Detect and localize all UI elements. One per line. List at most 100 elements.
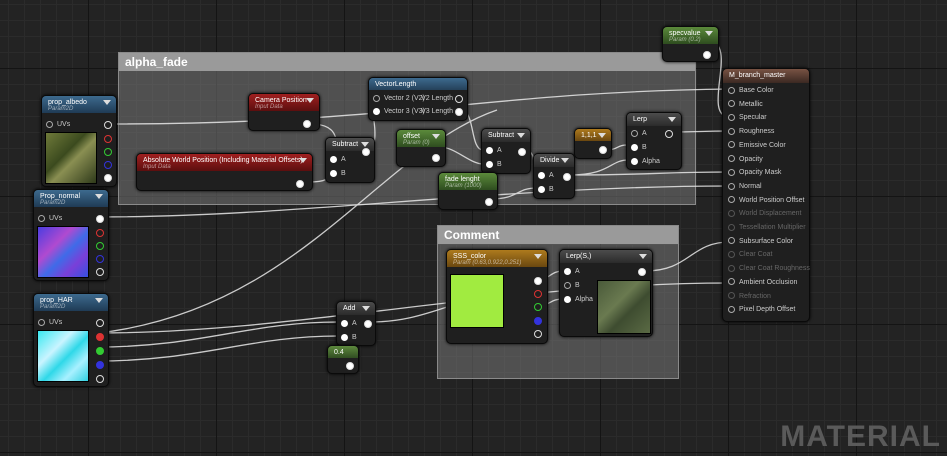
material-input-pin[interactable]: Clear Coat bbox=[728, 250, 772, 259]
output-pin-a[interactable] bbox=[96, 375, 104, 383]
output-pin[interactable] bbox=[665, 130, 673, 138]
output-pin-rgb[interactable] bbox=[534, 277, 542, 285]
input-pin-uvs[interactable]: UVs bbox=[38, 214, 62, 223]
collapse-arrow-icon[interactable] bbox=[705, 31, 713, 36]
input-pin-b[interactable]: B bbox=[486, 160, 502, 169]
material-input-pin[interactable]: Base Color bbox=[728, 86, 774, 95]
material-input-pin[interactable]: Subsurface Color bbox=[728, 237, 793, 246]
output-pin-r[interactable] bbox=[96, 333, 104, 341]
input-pin-uvs[interactable]: UVs bbox=[38, 318, 62, 327]
material-input-pin[interactable]: Roughness bbox=[728, 127, 774, 136]
input-pin-a[interactable]: A bbox=[330, 155, 346, 164]
output-pin[interactable] bbox=[563, 173, 571, 181]
material-input-pin[interactable]: Refraction bbox=[728, 292, 771, 301]
output-pin-rgb[interactable] bbox=[104, 121, 112, 129]
subtract-node[interactable]: Subtract A B bbox=[325, 137, 375, 183]
output-pin[interactable] bbox=[518, 148, 526, 156]
collapse-arrow-icon[interactable] bbox=[668, 117, 676, 122]
output-pin-a[interactable] bbox=[534, 330, 542, 338]
output-pin-a[interactable] bbox=[104, 174, 112, 182]
vector-length-node[interactable]: VectorLength Vector 2 (V2) Vector 3 (V3)… bbox=[368, 77, 468, 121]
output-pin-g[interactable] bbox=[96, 242, 104, 250]
output-pin[interactable] bbox=[364, 320, 372, 328]
output-pin-v2[interactable] bbox=[455, 95, 463, 103]
input-pin-a[interactable]: A bbox=[341, 319, 357, 328]
collapse-arrow-icon[interactable] bbox=[95, 194, 103, 199]
output-pin[interactable] bbox=[296, 180, 304, 188]
input-pin-alpha[interactable]: Alpha bbox=[631, 157, 660, 166]
collapse-arrow-icon[interactable] bbox=[598, 133, 606, 138]
material-input-pin[interactable]: World Position Offset bbox=[728, 196, 805, 205]
collapse-arrow-icon[interactable] bbox=[299, 158, 307, 163]
output-pin-r[interactable] bbox=[104, 135, 112, 143]
output-pin-rgb[interactable] bbox=[96, 215, 104, 223]
material-input-pin[interactable]: Ambient Occlusion bbox=[728, 278, 797, 287]
lerp-node[interactable]: Lerp A B Alpha bbox=[626, 112, 682, 170]
material-input-pin[interactable]: Specular bbox=[728, 113, 767, 122]
collapse-arrow-icon[interactable] bbox=[639, 254, 647, 259]
camera-position-node[interactable]: Camera Position Input Data bbox=[248, 93, 320, 131]
subtract-node[interactable]: Subtract A B bbox=[481, 128, 531, 174]
material-input-pin[interactable]: Metallic bbox=[728, 100, 763, 109]
input-pin-v2[interactable]: Vector 2 (V2) bbox=[373, 94, 425, 103]
input-pin-b[interactable]: B bbox=[330, 169, 346, 178]
material-input-pin[interactable]: World Displacement bbox=[728, 209, 802, 218]
output-pin[interactable] bbox=[303, 120, 311, 128]
fade-length-param-node[interactable]: fade lenght Param (1000) bbox=[438, 172, 498, 210]
collapse-arrow-icon[interactable] bbox=[517, 133, 525, 138]
texture-node-har[interactable]: prop_HAR Param2D UVs bbox=[33, 293, 109, 387]
input-pin-b[interactable]: B bbox=[538, 185, 554, 194]
constant-node[interactable]: 0.4 bbox=[327, 345, 359, 374]
input-pin-b[interactable]: B bbox=[341, 333, 357, 342]
input-pin-b[interactable]: B bbox=[631, 143, 647, 152]
output-pin-r[interactable] bbox=[96, 229, 104, 237]
input-pin-v3[interactable]: Vector 3 (V3) bbox=[373, 107, 425, 116]
material-input-pin[interactable]: Opacity bbox=[728, 155, 763, 164]
output-pin-rgb[interactable] bbox=[96, 319, 104, 327]
output-pin[interactable] bbox=[703, 51, 711, 59]
texture-node-albedo[interactable]: prop_albedo Param2D UVs bbox=[41, 95, 117, 187]
output-pin-b[interactable] bbox=[534, 317, 542, 325]
output-pin[interactable] bbox=[432, 154, 440, 162]
output-pin-g[interactable] bbox=[96, 347, 104, 355]
output-pin-g[interactable] bbox=[104, 148, 112, 156]
input-pin-a[interactable]: A bbox=[564, 267, 580, 276]
collapse-arrow-icon[interactable] bbox=[306, 98, 314, 103]
input-pin-alpha[interactable]: Alpha bbox=[564, 295, 593, 304]
sss-color-param-node[interactable]: SSS_color Param (0.63,0.922,0.251) bbox=[446, 249, 548, 344]
material-output-node[interactable]: M_branch_master Base Color Metallic Specul… bbox=[722, 68, 810, 322]
material-input-pin[interactable]: Opacity Mask bbox=[728, 168, 781, 177]
output-pin-a[interactable] bbox=[96, 268, 104, 276]
constant3-node[interactable]: 1,1,1 bbox=[574, 128, 612, 159]
collapse-arrow-icon[interactable] bbox=[362, 306, 370, 311]
absolute-world-position-node[interactable]: Absolute World Position (Including Mater… bbox=[136, 153, 313, 191]
output-pin[interactable] bbox=[362, 148, 370, 156]
offset-param-node[interactable]: offset Param (0) bbox=[396, 129, 446, 167]
input-pin-b[interactable]: B bbox=[564, 281, 580, 290]
input-pin-a[interactable]: A bbox=[631, 129, 647, 138]
output-pin-b[interactable] bbox=[104, 161, 112, 169]
material-input-pin[interactable]: Emissive Color bbox=[728, 141, 786, 150]
input-pin-a[interactable]: A bbox=[486, 146, 502, 155]
output-pin[interactable] bbox=[638, 268, 646, 276]
material-input-pin[interactable]: Tessellation Multiplier bbox=[728, 223, 806, 232]
collapse-arrow-icon[interactable] bbox=[361, 142, 369, 147]
output-pin-r[interactable] bbox=[534, 290, 542, 298]
output-pin-b[interactable] bbox=[96, 255, 104, 263]
output-pin-g[interactable] bbox=[534, 303, 542, 311]
input-pin-a[interactable]: A bbox=[538, 171, 554, 180]
output-pin[interactable] bbox=[346, 362, 354, 370]
output-pin-b[interactable] bbox=[96, 361, 104, 369]
material-input-pin[interactable]: Normal bbox=[728, 182, 762, 191]
add-node[interactable]: Add A B bbox=[336, 301, 376, 346]
material-input-pin[interactable]: Clear Coat Roughness bbox=[728, 264, 810, 273]
specvalue-param-node[interactable]: specvalue Param (0.2) bbox=[662, 26, 719, 62]
collapse-arrow-icon[interactable] bbox=[432, 134, 440, 139]
output-pin-v3[interactable] bbox=[455, 108, 463, 116]
collapse-arrow-icon[interactable] bbox=[103, 100, 111, 105]
lerp-preview-node[interactable]: Lerp(S,) A B Alpha bbox=[559, 249, 653, 337]
collapse-arrow-icon[interactable] bbox=[561, 158, 569, 163]
input-pin-uvs[interactable]: UVs bbox=[46, 120, 70, 129]
collapse-arrow-icon[interactable] bbox=[534, 254, 542, 259]
divide-node[interactable]: Divide A B bbox=[533, 153, 575, 199]
